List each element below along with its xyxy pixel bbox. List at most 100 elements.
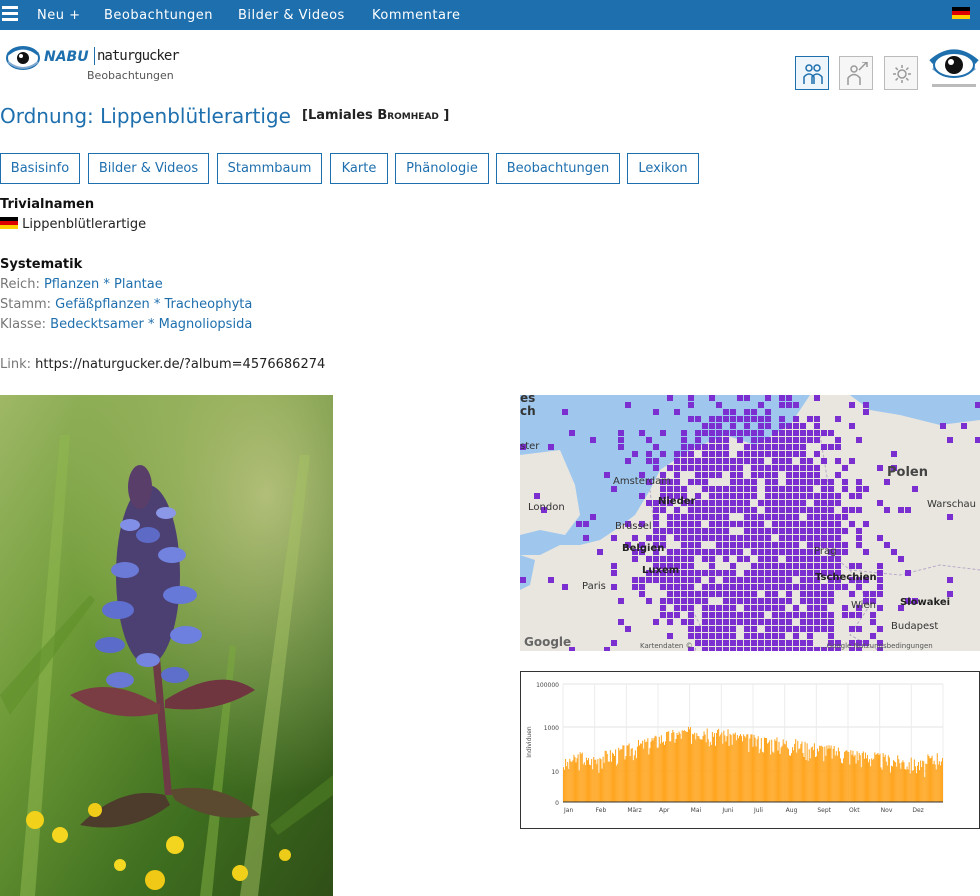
occurrence-square [723,528,729,534]
permalink-url[interactable]: https://naturgucker.de/?album=4576686274 [35,357,325,372]
occurrence-square [702,500,708,506]
chart-bar [682,730,684,802]
nabu-naturgucker-logo[interactable]: NABU naturgucker Beobachtungen [6,42,181,86]
google-logo[interactable]: Google [524,635,571,649]
tab-phaenologie[interactable]: Phänologie [395,153,489,184]
occurrence-square [653,409,659,415]
occurrence-square [688,514,694,520]
map-terms[interactable]: ...Google Nutzungsbedingungen [820,642,933,650]
occurrence-square [793,640,799,646]
nav-beobachtungen[interactable]: Beobachtungen [104,8,213,23]
occurrence-square [772,486,778,492]
occurrence-square [730,570,736,576]
occurrence-square [800,430,806,436]
occurrence-square [765,395,771,401]
occurrence-square [786,514,792,520]
systematik-link-reich[interactable]: Pflanzen * Plantae [44,277,163,292]
occurrence-square [758,458,764,464]
chart-bar [792,747,794,802]
chart-bar [716,732,718,802]
tab-basisinfo[interactable]: Basisinfo [0,153,80,184]
occurrence-square [737,535,743,541]
occurrence-square [632,584,638,590]
occurrence-square [730,598,736,604]
settings-button[interactable] [884,56,918,90]
occurrence-square [716,402,722,408]
people-button[interactable] [795,56,829,90]
scientific-name-close: ] [438,108,450,123]
hamburger-menu-icon[interactable] [2,6,18,22]
tab-bilder-videos[interactable]: Bilder & Videos [88,153,209,184]
occurrence-square [821,535,827,541]
nav-neu[interactable]: Neu + [37,8,81,23]
chart-bar [861,753,863,802]
occurrence-square [828,591,834,597]
occurrence-square [975,437,980,443]
occurrence-square [884,507,890,513]
occurrence-square [758,430,764,436]
tab-karte[interactable]: Karte [330,153,388,184]
occurrence-square [702,486,708,492]
chart-bar [596,764,598,802]
german-flag-icon[interactable] [952,7,970,19]
chart-month-label: März [627,807,641,814]
occurrence-square [884,542,890,548]
occurrence-square [730,542,736,548]
occurrence-square [653,507,659,513]
occurrence-square [807,472,813,478]
person-share-button[interactable] [839,56,873,90]
occurrence-square [744,514,750,520]
chart-bar [737,738,739,802]
occurrence-square [870,633,876,639]
occurrence-square [751,591,757,597]
occurrence-square [877,570,883,576]
chart-bar [873,758,875,802]
chart-bar [744,736,746,802]
chart-bar [720,734,722,802]
chart-bar [871,758,873,802]
occurrence-square [793,647,799,651]
occurrence-square [618,598,624,604]
chart-bar [563,767,565,802]
nav-kommentare[interactable]: Kommentare [372,8,461,23]
systematik-link-klasse[interactable]: Bedecktsamer * Magnoliopsida [50,317,252,332]
chart-bar [712,736,714,802]
map-attribution[interactable]: Kartendaten © [640,642,693,650]
occurrence-square [751,451,757,457]
chart-bar [600,759,602,802]
occurrence-square [800,458,806,464]
naturgucker-eye-badge-icon[interactable] [928,40,980,92]
systematik-link-stamm[interactable]: Gefäßpflanzen * Tracheophyta [55,297,252,312]
distribution-map[interactable]: es ch ster London Amsterdam Nieder Brüss… [520,395,980,651]
chart-bar [795,739,797,802]
occurrence-square [835,584,841,590]
occurrence-square [716,626,722,632]
occurrence-square [779,647,785,651]
occurrence-square [702,549,708,555]
chart-bar [626,745,628,802]
chart-bar [931,755,933,802]
occurrence-square [709,423,715,429]
occurrence-square [877,563,883,569]
chart-bar [830,745,832,802]
occurrence-square [709,514,715,520]
nav-bilder-videos[interactable]: Bilder & Videos [238,8,345,23]
tab-beobachtungen[interactable]: Beobachtungen [496,153,620,184]
occurrence-square [828,584,834,590]
occurrence-square [695,521,701,527]
occurrence-square [653,465,659,471]
chart-bar [614,755,616,802]
occurrence-square [814,437,820,443]
tab-stammbaum[interactable]: Stammbaum [217,153,322,184]
occurrence-square [744,521,750,527]
occurrence-square [807,563,813,569]
chart-bar [811,746,813,802]
occurrence-square [674,549,680,555]
occurrence-square [709,486,715,492]
occurrence-square [737,542,743,548]
species-photo[interactable] [0,395,333,896]
occurrence-square [779,514,785,520]
chart-bar [884,754,886,802]
tab-lexikon[interactable]: Lexikon [627,153,699,184]
occurrence-square [772,479,778,485]
